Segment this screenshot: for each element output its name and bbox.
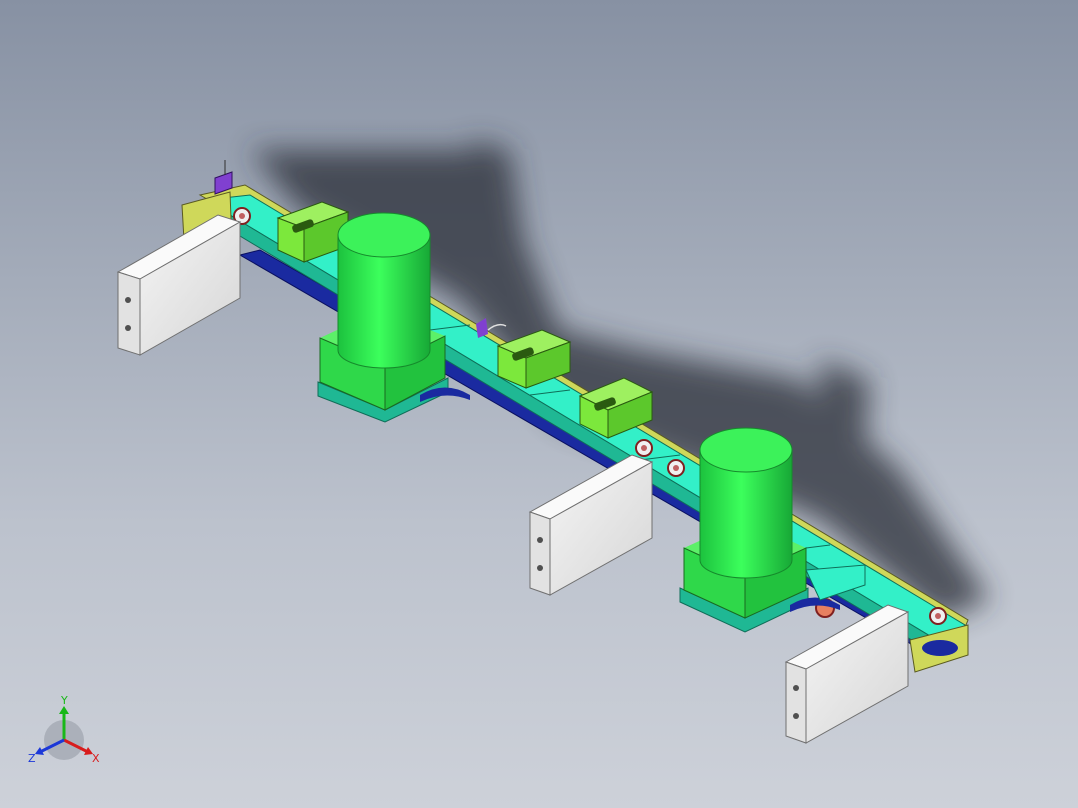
coordinate-triad-icon: Y X Z: [28, 694, 100, 765]
graphics-viewport[interactable]: Y X Z: [0, 0, 1078, 808]
3d-model-view[interactable]: [0, 0, 1078, 808]
end-plate-left: [116, 214, 242, 356]
x-axis-label: X: [92, 752, 100, 765]
end-plate-middle: [528, 454, 654, 596]
z-axis-label: Z: [28, 752, 36, 765]
y-axis-label: Y: [60, 694, 68, 707]
end-plate-right: [784, 604, 910, 744]
